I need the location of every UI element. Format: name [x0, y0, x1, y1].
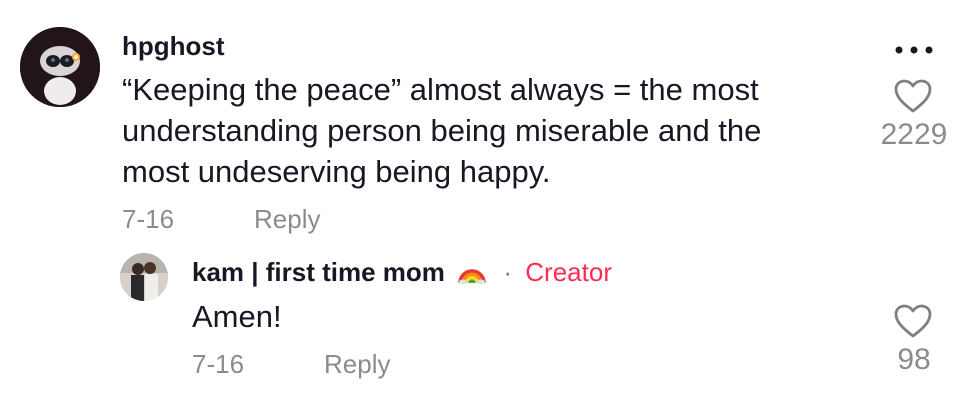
comment-thread: hpghost “Keeping the peace” almost alway… — [0, 0, 980, 403]
separator-dot: · — [503, 257, 513, 287]
reply-like-count: 98 — [897, 343, 931, 376]
more-options-button[interactable] — [890, 40, 938, 60]
reply-avatar[interactable] — [120, 253, 168, 301]
like-count: 2229 — [880, 118, 948, 151]
avatar[interactable] — [20, 27, 100, 107]
reply-like-button[interactable] — [893, 303, 933, 339]
reply-button[interactable]: Reply — [254, 204, 320, 235]
reply-date: 7-16 — [192, 349, 245, 379]
reply-reply-button[interactable]: Reply — [324, 349, 390, 380]
comment-username[interactable]: hpghost — [122, 31, 225, 62]
comment-text: “Keeping the peace” almost always = the … — [122, 72, 762, 189]
heart-outline-icon — [894, 304, 932, 338]
reply-username-row: kam | first time mom · Creator — [192, 257, 612, 292]
reply-text: Amen! — [192, 299, 282, 334]
comment-date: 7-16 — [122, 204, 175, 234]
heart-outline-icon — [894, 79, 932, 113]
like-button[interactable] — [893, 78, 933, 114]
rainbow-emoji-icon — [458, 259, 486, 292]
robot-avatar-icon — [20, 27, 100, 107]
couple-photo-avatar-icon — [120, 253, 168, 301]
creator-badge: Creator — [525, 257, 612, 287]
more-options-icon — [895, 46, 933, 54]
reply-username[interactable]: kam | first time mom — [192, 257, 445, 287]
